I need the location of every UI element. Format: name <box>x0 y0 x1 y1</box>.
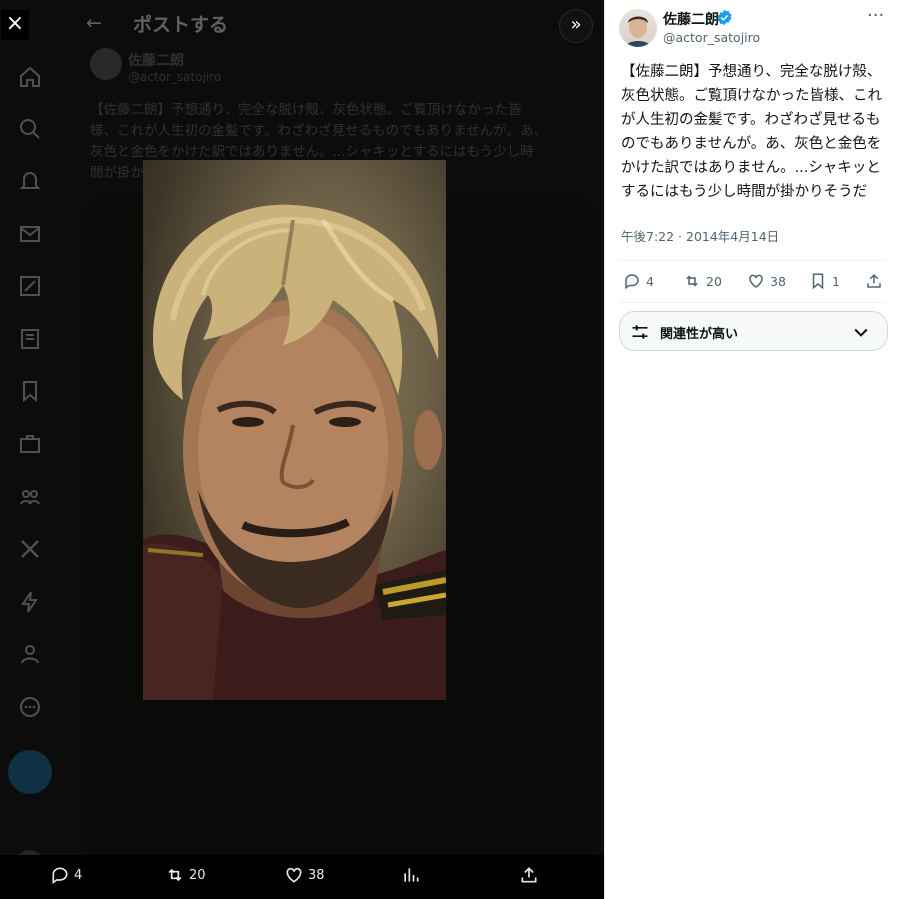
sliders-icon <box>632 325 648 339</box>
close-button[interactable]: × <box>1 10 29 40</box>
reply-button[interactable]: 4 <box>50 865 82 885</box>
grok-icon <box>18 274 42 298</box>
views-button[interactable] <box>401 865 421 885</box>
dimmed-sidebar <box>0 0 60 899</box>
expand-sidebar-button[interactable]: » <box>559 9 593 43</box>
search-icon <box>18 117 42 141</box>
share-button[interactable] <box>519 865 539 885</box>
like-count: 38 <box>770 273 786 289</box>
like-button[interactable]: 38 <box>747 272 786 290</box>
communities-icon <box>18 485 42 509</box>
reply-icon <box>625 274 639 290</box>
bell-icon <box>18 169 42 193</box>
repost-icon <box>686 275 698 287</box>
lists-icon <box>18 327 42 351</box>
reply-sort-label: 関連性が高い <box>660 327 739 342</box>
share-icon <box>521 867 537 883</box>
bookmark-button[interactable]: 1 <box>809 272 840 290</box>
analytics-icon <box>404 868 419 882</box>
repost-button[interactable]: 20 <box>683 272 722 290</box>
bookmark-icon <box>812 273 824 290</box>
bg-post-line: 様、これが人生初の金髪です。わざわざ見せるものでもありませんが。あ、 <box>90 123 547 139</box>
media-action-bar: 4 20 38 <box>0 855 604 899</box>
reply-count: 4 <box>646 273 654 289</box>
repost-icon <box>168 868 182 882</box>
avatar[interactable] <box>619 9 657 47</box>
heart-icon <box>286 867 302 883</box>
more-options-icon[interactable]: ··· <box>867 5 884 26</box>
bg-post-author: 佐藤二朗 <box>128 53 184 69</box>
tweet-actions: 4 20 38 1 <box>619 264 887 300</box>
author-handle[interactable]: @actor_satojiro <box>663 30 760 45</box>
media-viewer: ← ポストする 佐藤二朗 @actor_satojiro 【佐藤二朗】予想通り、… <box>0 0 604 899</box>
bg-post-avatar <box>90 48 122 80</box>
reply-icon <box>52 867 68 885</box>
post-compose-icon <box>8 750 52 794</box>
more-circle-icon <box>18 695 42 719</box>
share-icon <box>867 273 881 288</box>
jobs-icon <box>18 432 42 456</box>
reply-sort-dropdown[interactable]: 関連性が高い <box>619 311 888 351</box>
bg-post-line: 【佐藤二朗】予想通り、完全な脱け殻、灰色状態。ご覧頂けなかった皆 <box>90 102 522 118</box>
divider <box>619 260 887 261</box>
reply-count: 4 <box>74 867 83 883</box>
like-button[interactable]: 38 <box>284 865 325 885</box>
bookmark-count: 1 <box>832 273 840 289</box>
mail-icon <box>18 222 42 246</box>
repost-button[interactable]: 20 <box>165 865 206 885</box>
like-count: 38 <box>308 867 325 883</box>
home-icon <box>18 65 42 89</box>
post-photo[interactable] <box>143 160 446 700</box>
bg-post-handle: @actor_satojiro <box>128 70 222 84</box>
verified-badge-icon <box>717 9 732 26</box>
reply-button[interactable]: 4 <box>623 272 654 290</box>
repost-count: 20 <box>189 867 206 883</box>
share-button[interactable] <box>865 272 883 290</box>
author-name[interactable]: 佐藤二朗 <box>663 9 719 29</box>
divider <box>619 302 887 303</box>
profile-icon <box>18 642 42 666</box>
x-logo-icon <box>18 537 42 561</box>
lightning-icon <box>18 590 42 614</box>
header-title: ポストする <box>133 14 229 36</box>
bookmark-icon <box>18 379 42 403</box>
repost-count: 20 <box>706 273 722 289</box>
tweet-timestamp[interactable]: 午後7:22 · 2014年4月14日 <box>621 226 779 245</box>
tweet-detail-panel: 佐藤二朗 @actor_satojiro ··· 【佐藤二朗】予想通り、完全な脱… <box>604 0 898 899</box>
heart-icon <box>749 274 763 288</box>
back-arrow-icon: ← <box>86 12 102 34</box>
chevron-down-icon <box>854 328 868 337</box>
tweet-text: 【佐藤二朗】予想通り、完全な脱け殻、灰色状態。ご覧頂けなかった皆様、これが人生初… <box>621 64 882 200</box>
